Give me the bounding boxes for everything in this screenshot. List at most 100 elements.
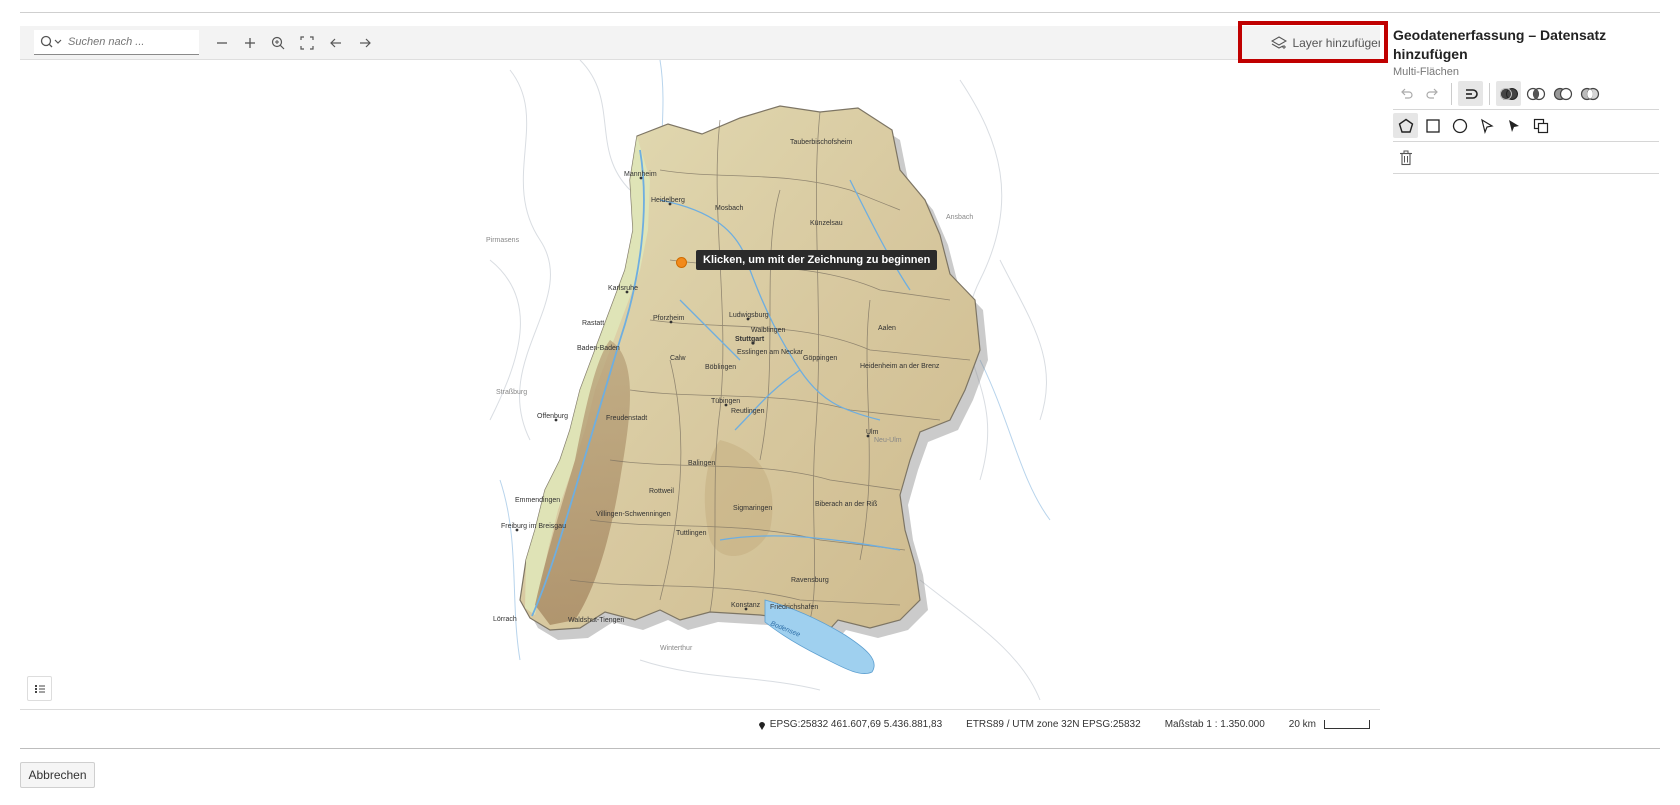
bottom-divider	[20, 748, 1660, 749]
panel-row-delete	[1393, 142, 1659, 174]
panel-title: Geodatenerfassung – Datensatz hinzufügen	[1393, 27, 1607, 62]
search-box[interactable]	[34, 30, 199, 55]
arrow-right-icon	[360, 38, 371, 48]
polygon-icon	[1398, 118, 1413, 133]
redo-button[interactable]	[1420, 81, 1445, 106]
svg-text:Straßburg: Straßburg	[496, 389, 527, 396]
separator	[1489, 82, 1490, 105]
snap-button[interactable]	[1458, 81, 1483, 106]
cancel-button[interactable]: Abbrechen	[20, 762, 95, 788]
layers-icon	[1271, 36, 1288, 49]
select-filled-icon	[1508, 119, 1519, 132]
scalebar-label: 20 km	[1288, 719, 1316, 730]
svg-text:Karlsruhe: Karlsruhe	[608, 285, 638, 292]
svg-text:Sigmaringen: Sigmaringen	[733, 505, 772, 512]
svg-text:Reutlingen: Reutlingen	[731, 408, 765, 415]
copy-button[interactable]	[1528, 113, 1553, 138]
map-container[interactable]: Layer hinzufügen	[20, 26, 1380, 709]
svg-text:Mosbach: Mosbach	[715, 205, 744, 212]
svg-text:Biberach an der Riß: Biberach an der Riß	[815, 501, 877, 508]
svg-text:Lörrach: Lörrach	[493, 616, 517, 623]
zoom-area-button[interactable]	[267, 32, 289, 54]
intersect-button[interactable]	[1523, 81, 1548, 106]
map-status-bar: EPSG:25832 461.607,69 5.436.881,83 ETRS8…	[20, 709, 1380, 739]
copy-icon	[1533, 118, 1548, 133]
modify-button[interactable]	[1501, 113, 1526, 138]
svg-text:Waiblingen: Waiblingen	[751, 327, 785, 334]
location-pin-icon	[758, 721, 765, 730]
draw-cursor-marker	[676, 257, 687, 268]
intersect-icon	[1526, 87, 1545, 100]
svg-text:Pforzheim: Pforzheim	[653, 315, 685, 322]
svg-text:Tuttlingen: Tuttlingen	[676, 530, 707, 537]
svg-text:Baden-Baden: Baden-Baden	[577, 345, 620, 352]
panel-row-operations	[1393, 78, 1659, 110]
add-layer-label: Layer hinzufügen	[1292, 36, 1380, 50]
svg-text:Stuttgart: Stuttgart	[735, 336, 765, 343]
scale-label: Maßstab 1 : 1.350.000	[1164, 719, 1265, 730]
union-button[interactable]	[1496, 81, 1521, 106]
scalebar: 20 km	[1289, 719, 1370, 730]
panel-subtitle: Multi-Flächen	[1393, 66, 1460, 78]
svg-text:Friedrichshafen: Friedrichshafen	[770, 604, 818, 611]
map-canvas[interactable]: Tauberbischofsheim Mannheim Heidelberg M…	[20, 60, 1380, 709]
map-toolbar: Layer hinzufügen	[20, 26, 1380, 60]
svg-text:Esslingen am Neckar: Esslingen am Neckar	[737, 349, 804, 356]
back-button[interactable]	[325, 32, 347, 54]
select-button[interactable]	[1474, 113, 1499, 138]
union-icon	[1499, 87, 1518, 100]
svg-text:Ravensburg: Ravensburg	[791, 577, 829, 584]
search-input[interactable]	[68, 36, 178, 48]
svg-text:Künzelsau: Künzelsau	[810, 220, 843, 227]
svg-text:Pirmasens: Pirmasens	[486, 237, 520, 244]
svg-text:Neu-Ulm: Neu-Ulm	[874, 437, 902, 444]
undo-button[interactable]	[1393, 81, 1418, 106]
svg-text:Balingen: Balingen	[688, 460, 715, 467]
zoom-in-button[interactable]	[239, 32, 261, 54]
fullscreen-button[interactable]	[296, 32, 318, 54]
redo-icon	[1425, 88, 1438, 99]
svg-text:Heidelberg: Heidelberg	[651, 197, 685, 204]
svg-text:Villingen-Schwenningen: Villingen-Schwenningen	[596, 511, 671, 518]
svg-text:Rottweil: Rottweil	[649, 488, 674, 495]
svg-text:Freudenstadt: Freudenstadt	[606, 415, 647, 422]
svg-text:Winterthur: Winterthur	[660, 645, 693, 652]
minus-icon	[217, 42, 227, 44]
snap-icon	[1465, 88, 1478, 99]
symmetric-difference-button[interactable]	[1577, 81, 1602, 106]
arrow-left-icon	[330, 38, 341, 48]
svg-text:Tauberbischofsheim: Tauberbischofsheim	[790, 139, 852, 146]
difference-icon	[1553, 87, 1572, 100]
svg-text:Göppingen: Göppingen	[803, 355, 837, 362]
svg-text:Offenburg: Offenburg	[537, 413, 568, 420]
svg-text:Calw: Calw	[670, 355, 687, 362]
svg-text:Emmendingen: Emmendingen	[515, 497, 560, 504]
svg-text:Waldshut-Tiengen: Waldshut-Tiengen	[568, 617, 624, 624]
undo-icon	[1400, 88, 1413, 99]
coordinate-text: EPSG:25832 461.607,69 5.436.881,83	[769, 719, 943, 730]
delete-button[interactable]	[1393, 145, 1418, 170]
legend-button[interactable]	[27, 676, 52, 701]
list-icon	[34, 684, 45, 693]
draw-rectangle-button[interactable]	[1420, 113, 1445, 138]
difference-button[interactable]	[1550, 81, 1575, 106]
search-icon[interactable]	[40, 35, 64, 49]
crs-label[interactable]: ETRS89 / UTM zone 32N EPSG:25832	[966, 719, 1141, 730]
draw-hint-tooltip: Klicken, um mit der Zeichnung zu beginne…	[696, 250, 938, 270]
edit-panel: Geodatenerfassung – Datensatz hinzufügen…	[1393, 26, 1659, 174]
add-layer-button[interactable]: Layer hinzufügen	[1263, 29, 1380, 57]
draw-polygon-button[interactable]	[1393, 113, 1418, 138]
svg-text:Freiburg im Breisgau: Freiburg im Breisgau	[501, 523, 566, 530]
zoom-magnifier-icon	[271, 36, 285, 50]
zoom-out-button[interactable]	[211, 32, 233, 54]
svg-text:Heidenheim an der Brenz: Heidenheim an der Brenz	[860, 363, 940, 370]
forward-button[interactable]	[354, 32, 376, 54]
scalebar-line	[1324, 720, 1370, 729]
svg-text:Ansbach: Ansbach	[946, 214, 973, 221]
svg-text:Böblingen: Böblingen	[705, 364, 736, 371]
rectangle-icon	[1425, 118, 1440, 133]
svg-text:Aalen: Aalen	[878, 325, 896, 332]
top-divider	[20, 12, 1660, 13]
svg-text:Rastatt: Rastatt	[582, 320, 604, 327]
draw-circle-button[interactable]	[1447, 113, 1472, 138]
